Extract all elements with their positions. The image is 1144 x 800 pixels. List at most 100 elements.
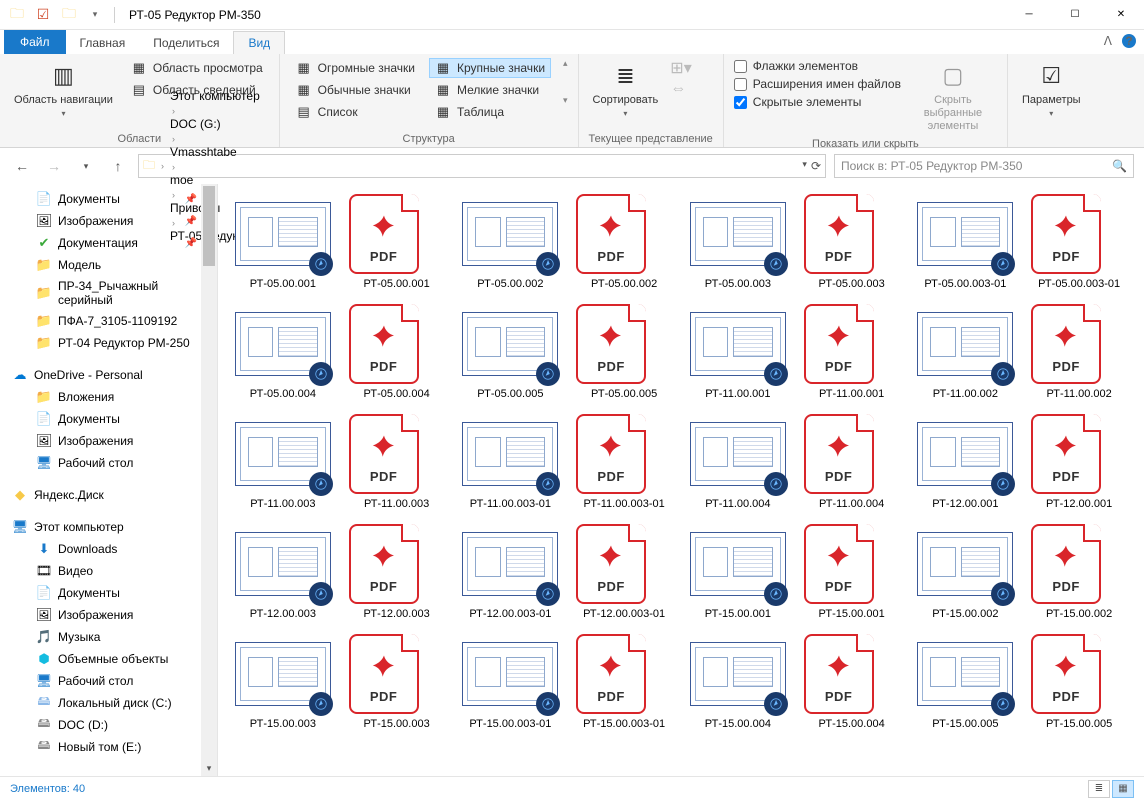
breadcrumb-segment[interactable]: DOC (G:) — [170, 117, 302, 131]
recent-dropdown-icon[interactable]: ▾ — [74, 154, 98, 178]
tree-item[interactable]: 🖴Новый том (E:) — [0, 736, 217, 758]
hidden-items-checkbox[interactable]: Скрытые элементы — [734, 94, 901, 110]
tree-item[interactable]: 📁ПР-34_Рычажный серийный — [0, 276, 217, 310]
file-item[interactable]: РТ-05.00.002 — [458, 194, 564, 290]
scroll-down-icon[interactable]: ▾ — [201, 760, 217, 776]
chevron-icon[interactable]: › — [170, 162, 177, 172]
breadcrumb-segment[interactable]: Этот компьютер — [170, 89, 302, 103]
layout-scroll-down-icon[interactable]: ▾ — [563, 95, 568, 106]
tree-item[interactable]: 🖼Изображения — [0, 604, 217, 626]
small-icons-button[interactable]: ▦Мелкие значки — [429, 80, 551, 100]
file-item[interactable]: РТ-05.00.003 — [685, 194, 791, 290]
tree-item[interactable]: 📄Документы — [0, 408, 217, 430]
chevron-icon[interactable]: › — [170, 106, 177, 116]
tree-item[interactable]: 🎵Музыка — [0, 626, 217, 648]
tab-share[interactable]: Поделиться — [139, 32, 233, 54]
file-item[interactable]: РТ-05.00.003-01 — [913, 194, 1019, 290]
file-item[interactable]: РТ-05.00.004 — [230, 304, 336, 400]
file-item[interactable]: РТ-12.00.003-01 — [458, 524, 564, 620]
file-item[interactable]: PDFРТ-15.00.003-01 — [571, 634, 677, 730]
file-item[interactable]: PDFРТ-05.00.004 — [344, 304, 450, 400]
file-item[interactable]: РТ-15.00.005 — [913, 634, 1019, 730]
file-item[interactable]: РТ-05.00.001 — [230, 194, 336, 290]
file-item[interactable]: РТ-11.00.001 — [685, 304, 791, 400]
tree-item[interactable]: 🖼Изображения — [0, 430, 217, 452]
file-item[interactable]: PDFРТ-05.00.003 — [799, 194, 905, 290]
maximize-button[interactable]: ☐ — [1052, 0, 1098, 30]
file-extensions-checkbox[interactable]: Расширения имен файлов — [734, 76, 901, 92]
tree-heading[interactable]: ◆Яндекс.Диск — [0, 484, 217, 506]
tree-item[interactable]: 🎞Видео — [0, 560, 217, 582]
file-item[interactable]: PDFРТ-15.00.004 — [799, 634, 905, 730]
file-item[interactable]: PDFРТ-05.00.003-01 — [1026, 194, 1132, 290]
tree-item[interactable]: 📄Документы📌 — [0, 188, 217, 210]
tree-item[interactable]: 🖼Изображения📌 — [0, 210, 217, 232]
breadcrumb-segment[interactable]: Vmasshtabe — [170, 145, 302, 159]
qat-checkbox-icon[interactable]: ☑ — [32, 4, 54, 26]
scrollbar-thumb[interactable] — [203, 186, 215, 266]
minimize-button[interactable]: ─ — [1006, 0, 1052, 30]
tree-item[interactable]: ✔Документация📌 — [0, 232, 217, 254]
file-item[interactable]: PDFРТ-11.00.002 — [1026, 304, 1132, 400]
sidebar-scrollbar[interactable]: ▴ ▾ — [201, 184, 217, 776]
file-item[interactable]: РТ-11.00.003-01 — [458, 414, 564, 510]
options-button[interactable]: ☑ Параметры ▾ — [1018, 58, 1085, 121]
search-input[interactable]: Поиск в: РТ-05 Редуктор PM-350 🔍 — [834, 154, 1134, 178]
file-item[interactable]: PDFРТ-15.00.002 — [1026, 524, 1132, 620]
file-item[interactable]: PDFРТ-05.00.001 — [344, 194, 450, 290]
tree-heading[interactable]: ☁OneDrive - Personal — [0, 364, 217, 386]
up-button[interactable]: ↑ — [106, 154, 130, 178]
file-item[interactable]: PDFРТ-05.00.005 — [571, 304, 677, 400]
forward-button[interactable]: → — [42, 154, 66, 178]
file-item[interactable]: PDFРТ-15.00.003 — [344, 634, 450, 730]
ribbon-collapse-icon[interactable]: ᐱ — [1104, 34, 1112, 48]
file-item[interactable]: РТ-15.00.002 — [913, 524, 1019, 620]
file-item[interactable]: PDFРТ-11.00.001 — [799, 304, 905, 400]
large-icons-button[interactable]: ▦Крупные значки — [429, 58, 551, 78]
qat-dropdown-icon[interactable]: ▾ — [84, 4, 106, 26]
file-item[interactable]: РТ-05.00.005 — [458, 304, 564, 400]
file-item[interactable]: PDFРТ-05.00.002 — [571, 194, 677, 290]
tree-heading[interactable]: 🖥Этот компьютер — [0, 516, 217, 538]
close-button[interactable]: ✕ — [1098, 0, 1144, 30]
file-item[interactable]: PDFРТ-11.00.003-01 — [571, 414, 677, 510]
tree-item[interactable]: 🖥Рабочий стол — [0, 670, 217, 692]
details-view-button[interactable]: ≣ — [1088, 780, 1110, 798]
file-item[interactable]: РТ-11.00.004 — [685, 414, 791, 510]
navigation-pane-button[interactable]: ▥ Область навигации ▾ — [10, 58, 117, 121]
file-item[interactable]: PDFРТ-15.00.001 — [799, 524, 905, 620]
help-icon[interactable]: ? — [1122, 34, 1136, 48]
refresh-icon[interactable]: ⟳ — [811, 159, 821, 173]
tree-item[interactable]: 📁ПФА-7_3105-1109192 — [0, 310, 217, 332]
address-dropdown-icon[interactable]: ▾ — [802, 159, 807, 173]
icons-view-button[interactable]: ▦ — [1112, 780, 1134, 798]
file-item[interactable]: РТ-15.00.001 — [685, 524, 791, 620]
tree-item[interactable]: 📁Модель — [0, 254, 217, 276]
back-button[interactable]: ← — [10, 154, 34, 178]
preview-pane-button[interactable]: ▦Область просмотра — [125, 58, 269, 78]
hide-selected-button[interactable]: ▢ Скрыть выбранные элементы — [909, 58, 997, 136]
tab-file[interactable]: Файл — [4, 30, 66, 54]
file-item[interactable]: PDFРТ-12.00.003 — [344, 524, 450, 620]
file-item[interactable]: РТ-11.00.002 — [913, 304, 1019, 400]
address-bar[interactable]: 🗀 › Этот компьютер›DOC (G:)›Vmasshtabe›m… — [138, 154, 826, 178]
item-checkboxes-checkbox[interactable]: Флажки элементов — [734, 58, 901, 74]
tree-item[interactable]: 📄Документы — [0, 582, 217, 604]
file-item[interactable]: РТ-15.00.003-01 — [458, 634, 564, 730]
tree-item[interactable]: 🖴Локальный диск (C:) — [0, 692, 217, 714]
tree-item[interactable]: 📁РТ-04 Редуктор РМ-250 — [0, 332, 217, 354]
extra-large-icons-button[interactable]: ▦Огромные значки — [290, 58, 421, 78]
tree-item[interactable]: ⬇Downloads — [0, 538, 217, 560]
add-columns-icon[interactable]: ⊞▾ — [670, 58, 691, 78]
chevron-icon[interactable]: › — [159, 161, 166, 171]
chevron-icon[interactable]: › — [170, 134, 177, 144]
tree-item[interactable]: ⬢Объемные объекты — [0, 648, 217, 670]
tab-view[interactable]: Вид — [233, 31, 285, 54]
table-button[interactable]: ▦Таблица — [429, 102, 551, 122]
file-item[interactable]: PDFРТ-11.00.004 — [799, 414, 905, 510]
qat-folder-icon[interactable]: 🗀 — [58, 4, 80, 26]
list-button[interactable]: ▤Список — [290, 102, 421, 122]
file-item[interactable]: РТ-12.00.003 — [230, 524, 336, 620]
sort-button[interactable]: ≣ Сортировать ▾ — [589, 58, 663, 121]
file-item[interactable]: РТ-15.00.003 — [230, 634, 336, 730]
